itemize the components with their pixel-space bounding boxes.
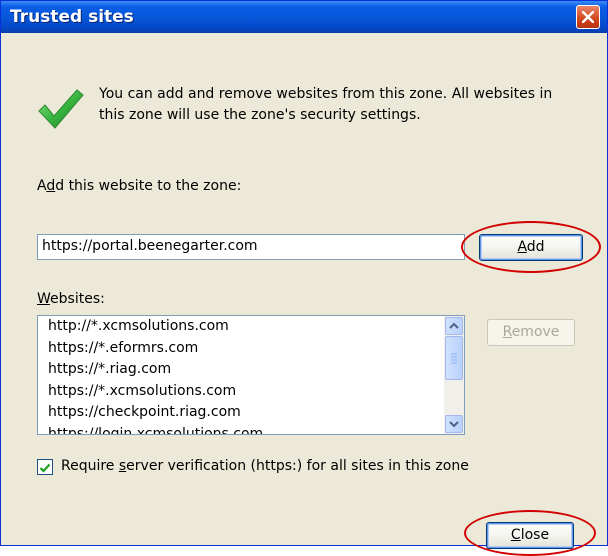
add-button[interactable]: Add: [479, 234, 583, 261]
require-verification-checkbox[interactable]: [37, 459, 53, 475]
close-button[interactable]: Close: [486, 522, 574, 549]
remove-button[interactable]: Remove: [487, 319, 575, 346]
website-list-item[interactable]: https://checkpoint.riag.com: [38, 402, 444, 424]
title-bar[interactable]: Trusted sites: [1, 1, 607, 33]
website-list-item[interactable]: https://*.eformrs.com: [38, 338, 444, 360]
chevron-down-icon: [449, 421, 459, 428]
dialog-body: You can add and remove websites from thi…: [9, 33, 601, 556]
websites-list[interactable]: http://*.xcmsolutions.com https://*.eform…: [37, 315, 465, 435]
checkbox-check-icon: [39, 463, 51, 473]
chevron-up-icon: [449, 322, 459, 329]
window-close-button[interactable]: [576, 5, 600, 29]
trusted-sites-dialog: Trusted sites You can add and remove web…: [0, 0, 608, 556]
close-icon: [582, 11, 594, 23]
website-list-item[interactable]: http://*.xcmsolutions.com: [38, 316, 444, 338]
info-text-line1: You can add and remove websites from thi…: [99, 86, 553, 102]
websites-scrollbar[interactable]: [444, 316, 464, 434]
scroll-down-button[interactable]: [445, 415, 463, 433]
website-list-item[interactable]: https://login.xcmsolutions.com: [38, 424, 444, 435]
window-title: Trusted sites: [10, 7, 134, 27]
checkmark-icon: [38, 89, 84, 129]
scroll-thumb[interactable]: [445, 336, 463, 380]
require-verification-label: Require server verification (https:) for…: [61, 458, 469, 474]
info-text-line2: this zone will use the zone's security s…: [99, 107, 421, 123]
websites-list-items: http://*.xcmsolutions.com https://*.eform…: [38, 316, 444, 434]
website-list-item[interactable]: https://*.riag.com: [38, 359, 444, 381]
scroll-up-button[interactable]: [445, 317, 463, 335]
add-website-label: Add this website to the zone:: [37, 178, 242, 194]
websites-label: Websites:: [37, 291, 105, 307]
website-list-item[interactable]: https://*.xcmsolutions.com: [38, 381, 444, 403]
add-website-input-box[interactable]: [37, 234, 465, 260]
add-website-input[interactable]: [38, 235, 464, 257]
grip-icon: [451, 353, 457, 364]
